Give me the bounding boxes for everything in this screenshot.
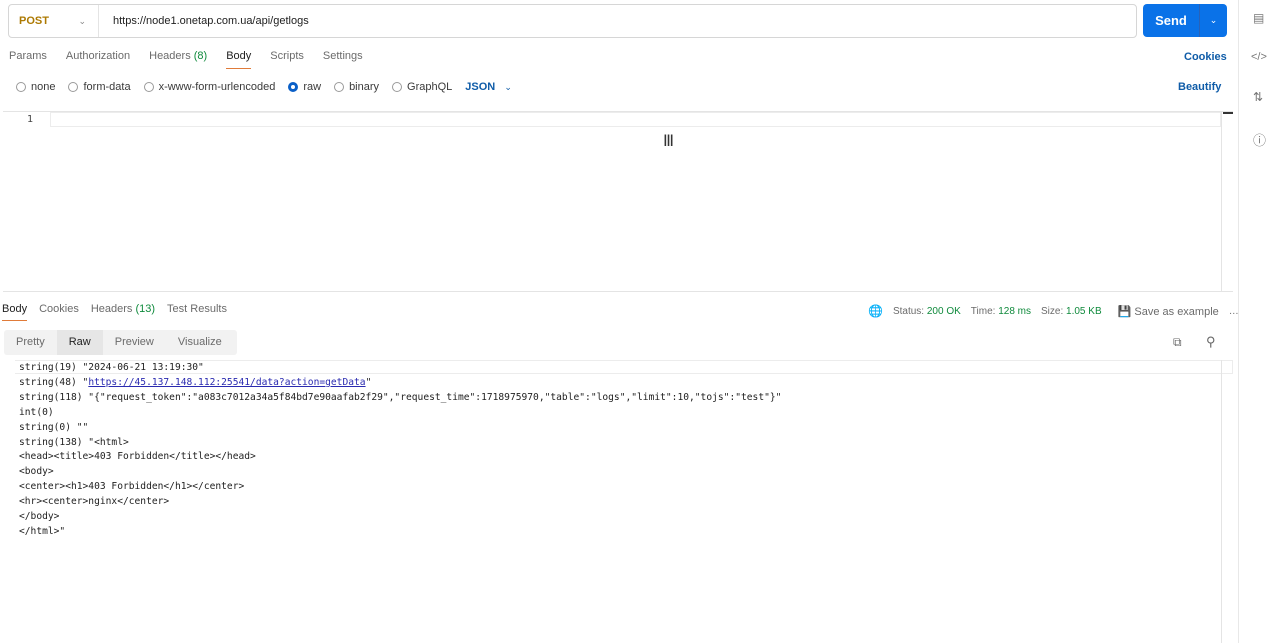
headers-count: (13) xyxy=(135,303,156,315)
response-meta: 🌐 Status: 200 OK Time: 128 ms Size: 1.05… xyxy=(868,304,1239,318)
url-bar: POST ⌄ https://node1.onetap.com.ua/api/ge… xyxy=(8,4,1137,38)
tab-label: Headers xyxy=(90,303,133,315)
tab-authorization[interactable]: Authorization xyxy=(66,50,130,69)
response-line: <head><title>403 Forbidden</title></head… xyxy=(19,451,256,463)
radio-form-data[interactable]: form-data xyxy=(68,81,131,93)
status-value: 200 OK xyxy=(926,305,961,317)
search-icon[interactable]: ⚲ xyxy=(1206,334,1216,350)
radio-label: GraphQL xyxy=(407,81,453,93)
body-type-options: none form-data x-www-form-urlencoded raw… xyxy=(16,81,512,93)
status[interactable]: Status: 200 OK xyxy=(893,306,961,317)
response-line: string(48) "https://45.137.148.112:25541… xyxy=(19,376,781,391)
radio-circle xyxy=(68,82,79,92)
radio-binary[interactable]: binary xyxy=(334,81,379,93)
tab-visualize[interactable]: Visualize xyxy=(166,330,234,355)
format-select[interactable]: JSON ⌄ xyxy=(465,81,512,93)
tab-response-cookies[interactable]: Cookies xyxy=(39,303,79,321)
tab-response-headers[interactable]: Headers (13) xyxy=(91,303,155,321)
radio-label: binary xyxy=(349,81,380,93)
size-value: 1.05 KB xyxy=(1066,305,1102,317)
response-scrollbar[interactable] xyxy=(1221,360,1222,643)
tab-params[interactable]: Params xyxy=(9,50,47,69)
radio-raw[interactable]: raw xyxy=(288,81,321,93)
tab-pretty[interactable]: Pretty xyxy=(4,330,57,355)
url-input[interactable]: https://node1.onetap.com.ua/api/getlogs xyxy=(99,15,309,27)
request-tabs: Params Authorization Headers (8) Body Sc… xyxy=(9,50,363,69)
radio-circle-selected xyxy=(288,82,299,92)
format-label: JSON xyxy=(465,81,496,93)
info-icon[interactable]: ⓘ xyxy=(1253,130,1266,149)
time[interactable]: Time: 128 ms xyxy=(971,306,1031,317)
radio-label: raw xyxy=(303,81,322,93)
method-label: POST xyxy=(19,15,49,27)
tab-headers-label: Headers xyxy=(149,50,191,62)
send-button[interactable]: Send ⌄ xyxy=(1143,4,1227,37)
method-select[interactable]: POST ⌄ xyxy=(9,5,99,37)
send-label: Send xyxy=(1143,4,1200,37)
globe-lock-icon[interactable]: 🌐 xyxy=(868,304,883,318)
radio-circle xyxy=(334,82,345,92)
save-icon: 💾 xyxy=(1117,305,1132,318)
radio-circle xyxy=(143,82,154,92)
radio-label: x-www-form-urlencoded xyxy=(158,81,276,93)
tab-response-body[interactable]: Body xyxy=(2,303,28,321)
chevron-down-icon: ⌄ xyxy=(504,82,512,92)
response-line: string(0) "" xyxy=(19,421,89,433)
tab-test-results[interactable]: Test Results xyxy=(167,303,227,321)
tab-settings[interactable]: Settings xyxy=(323,50,363,69)
chevron-down-icon: ⌄ xyxy=(78,15,86,26)
response-line: int(0) xyxy=(19,406,54,418)
copy-icon[interactable]: ⧉ xyxy=(1173,335,1182,350)
response-line: <center><h1>403 Forbidden</h1></center> xyxy=(19,481,245,493)
response-line: <body> xyxy=(19,466,54,478)
view-mode-tabs: Pretty Raw Preview Visualize xyxy=(4,330,237,355)
tab-body[interactable]: Body xyxy=(226,50,252,69)
save-label: Save as example xyxy=(1134,305,1219,318)
radio-graphql[interactable]: GraphQL xyxy=(392,81,452,93)
tab-headers[interactable]: Headers (8) xyxy=(149,50,207,69)
code-icon[interactable]: </> xyxy=(1251,51,1267,63)
tab-raw[interactable]: Raw xyxy=(56,330,103,355)
send-dropdown-chevron-icon[interactable]: ⌄ xyxy=(1200,15,1227,26)
size-label: Size: xyxy=(1041,305,1064,317)
documentation-icon[interactable]: ▤ xyxy=(1253,11,1264,25)
radio-circle xyxy=(16,82,26,92)
save-as-example-button[interactable]: 💾 Save as example xyxy=(1118,305,1219,318)
response-body[interactable]: string(19) "2024-06-21 13:19:30" string(4… xyxy=(19,361,781,540)
radio-label: none xyxy=(31,81,56,93)
editor-scrollbar[interactable] xyxy=(1221,112,1233,291)
line-number: 1 xyxy=(27,114,34,125)
response-line: <hr><center>nginx</center> xyxy=(19,496,170,508)
active-line xyxy=(50,112,1221,127)
tab-preview[interactable]: Preview xyxy=(103,330,166,355)
beautify-button[interactable]: Beautify xyxy=(1178,81,1221,93)
time-label: Time: xyxy=(970,305,996,317)
response-line: string(118) "{"request_token":"a083c7012… xyxy=(19,391,782,403)
size[interactable]: Size: 1.05 KB xyxy=(1041,306,1102,317)
line-text: " xyxy=(365,376,372,388)
response-line: string(19) "2024-06-21 13:19:30" xyxy=(19,362,204,373)
response-line: </html>" xyxy=(19,525,66,537)
body-editor[interactable]: 1 xyxy=(3,111,1233,292)
line-text: string(48) " xyxy=(19,376,89,388)
radio-none[interactable]: none xyxy=(16,81,55,93)
radio-circle xyxy=(392,82,403,92)
time-value: 128 ms xyxy=(998,305,1032,317)
cookies-link[interactable]: Cookies xyxy=(1184,51,1227,63)
response-line: </body> xyxy=(19,511,60,523)
radio-label: form-data xyxy=(83,81,131,93)
radio-urlencoded[interactable]: x-www-form-urlencoded xyxy=(143,81,276,93)
headers-count: (8) xyxy=(193,50,208,62)
text-cursor-icon: Ⅲ xyxy=(663,133,675,150)
response-tabs: Body Cookies Headers (13) Test Results xyxy=(2,303,227,321)
status-label: Status: xyxy=(892,305,925,317)
response-url-link[interactable]: https://45.137.148.112:25541/data?action… xyxy=(88,377,365,388)
sync-icon[interactable]: ⇅ xyxy=(1253,90,1263,104)
tab-scripts[interactable]: Scripts xyxy=(270,50,304,69)
response-line: string(138) "<html> xyxy=(19,436,129,448)
